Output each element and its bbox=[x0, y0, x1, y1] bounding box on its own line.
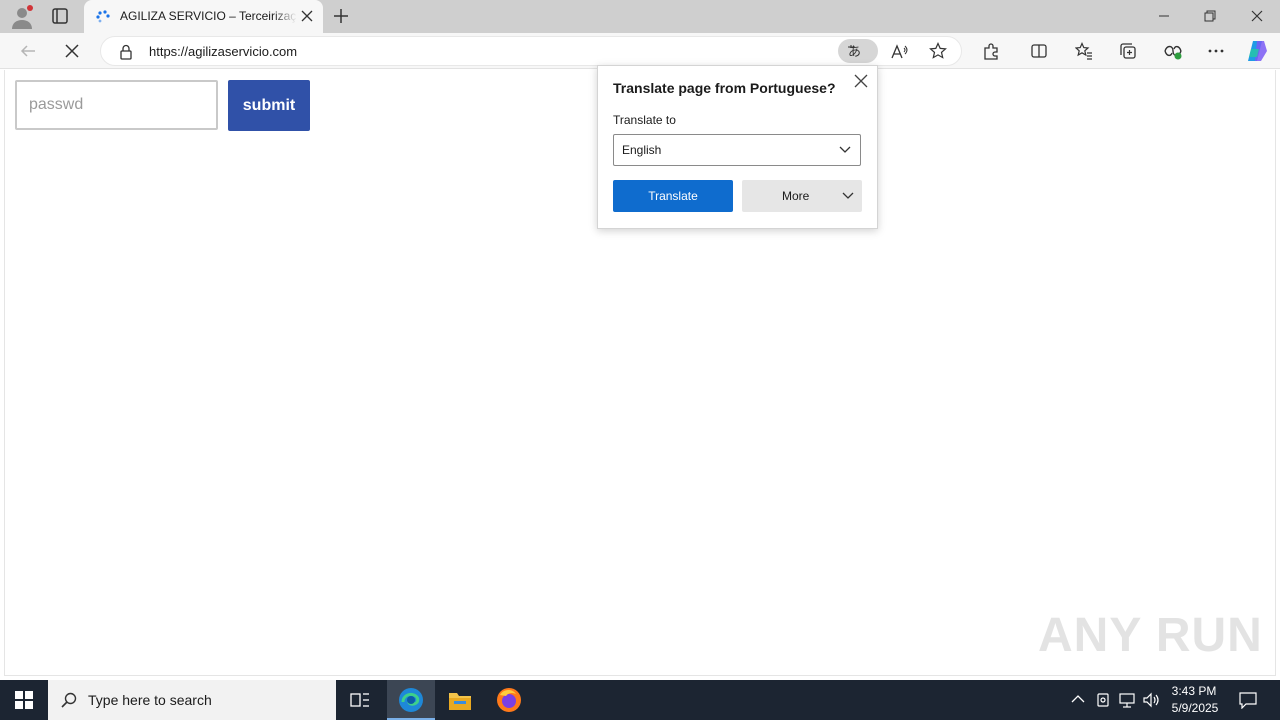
read-aloud-icon[interactable] bbox=[890, 43, 908, 61]
selected-language: English bbox=[622, 143, 662, 157]
taskbar-search-placeholder: Type here to search bbox=[88, 692, 212, 708]
extensions-icon[interactable] bbox=[982, 42, 1000, 60]
notifications-icon[interactable] bbox=[1239, 691, 1257, 709]
loading-spinner-icon bbox=[95, 9, 111, 25]
split-screen-icon[interactable] bbox=[1030, 42, 1048, 60]
translate-icon[interactable]: あ bbox=[838, 39, 878, 63]
taskbar-search[interactable]: Type here to search bbox=[48, 680, 336, 720]
translate-popup-title: Translate page from Portuguese? bbox=[613, 80, 836, 96]
lock-icon[interactable] bbox=[119, 44, 133, 60]
active-tab[interactable]: AGILIZA SERVICIO – Terceirização de bbox=[84, 0, 323, 33]
network-icon[interactable] bbox=[1118, 692, 1136, 708]
windows-start-icon[interactable] bbox=[15, 691, 33, 709]
edge-browser-icon bbox=[398, 687, 424, 713]
tab-strip: AGILIZA SERVICIO – Terceirização de bbox=[0, 0, 1280, 33]
address-bar[interactable]: https://agilizaservicio.com あ bbox=[100, 36, 962, 66]
search-icon bbox=[61, 692, 77, 708]
task-view-icon[interactable] bbox=[350, 691, 370, 709]
language-select[interactable]: English bbox=[613, 134, 861, 166]
clock-time[interactable]: 3:43 PM bbox=[1170, 684, 1218, 698]
firefox-icon[interactable] bbox=[496, 687, 522, 713]
url-text[interactable]: https://agilizaservicio.com bbox=[149, 44, 297, 59]
file-explorer-icon[interactable] bbox=[448, 689, 472, 711]
stop-loading-icon[interactable] bbox=[64, 43, 80, 59]
back-arrow-icon[interactable] bbox=[19, 42, 37, 60]
anyrun-watermark: ANY RUN bbox=[1038, 609, 1263, 662]
browser-essentials-icon[interactable] bbox=[1163, 42, 1183, 60]
tab-title-fade bbox=[273, 4, 297, 28]
password-input[interactable] bbox=[15, 80, 218, 130]
favorite-star-icon[interactable] bbox=[929, 42, 947, 60]
chevron-down-icon bbox=[839, 145, 851, 155]
translate-to-label: Translate to bbox=[613, 113, 676, 127]
chevron-up-icon[interactable] bbox=[1071, 694, 1085, 704]
taskbar-edge-app[interactable] bbox=[387, 680, 435, 720]
device-icon[interactable] bbox=[1095, 692, 1111, 708]
clock-date[interactable]: 5/9/2025 bbox=[1166, 701, 1224, 715]
new-tab-icon[interactable] bbox=[332, 7, 350, 25]
browser-toolbar: https://agilizaservicio.com あ bbox=[0, 33, 1280, 69]
more-options-icon[interactable] bbox=[1207, 42, 1225, 60]
restore-icon[interactable] bbox=[1204, 10, 1216, 22]
close-icon[interactable] bbox=[301, 10, 313, 22]
collections-icon[interactable] bbox=[1119, 42, 1137, 60]
tab-title: AGILIZA SERVICIO – Terceirização de bbox=[120, 9, 296, 23]
minimize-icon[interactable] bbox=[1158, 10, 1170, 22]
copilot-icon[interactable] bbox=[1245, 39, 1269, 63]
tab-actions-icon[interactable] bbox=[51, 7, 69, 25]
close-icon[interactable] bbox=[854, 74, 868, 88]
more-button-label: More bbox=[782, 189, 810, 203]
translate-button[interactable]: Translate bbox=[613, 180, 733, 212]
window-close-icon[interactable] bbox=[1251, 10, 1263, 22]
profile-avatar-icon[interactable] bbox=[10, 5, 34, 29]
chevron-down-icon bbox=[842, 191, 854, 201]
volume-icon[interactable] bbox=[1142, 692, 1160, 708]
taskbar: Type here to search 3:43 PM 5/9/2025 bbox=[0, 680, 1280, 720]
submit-button[interactable]: submit bbox=[228, 80, 310, 131]
more-button[interactable]: More bbox=[742, 180, 862, 212]
favorites-icon[interactable] bbox=[1075, 42, 1093, 60]
translate-popup: Translate page from Portuguese? Translat… bbox=[597, 65, 878, 229]
